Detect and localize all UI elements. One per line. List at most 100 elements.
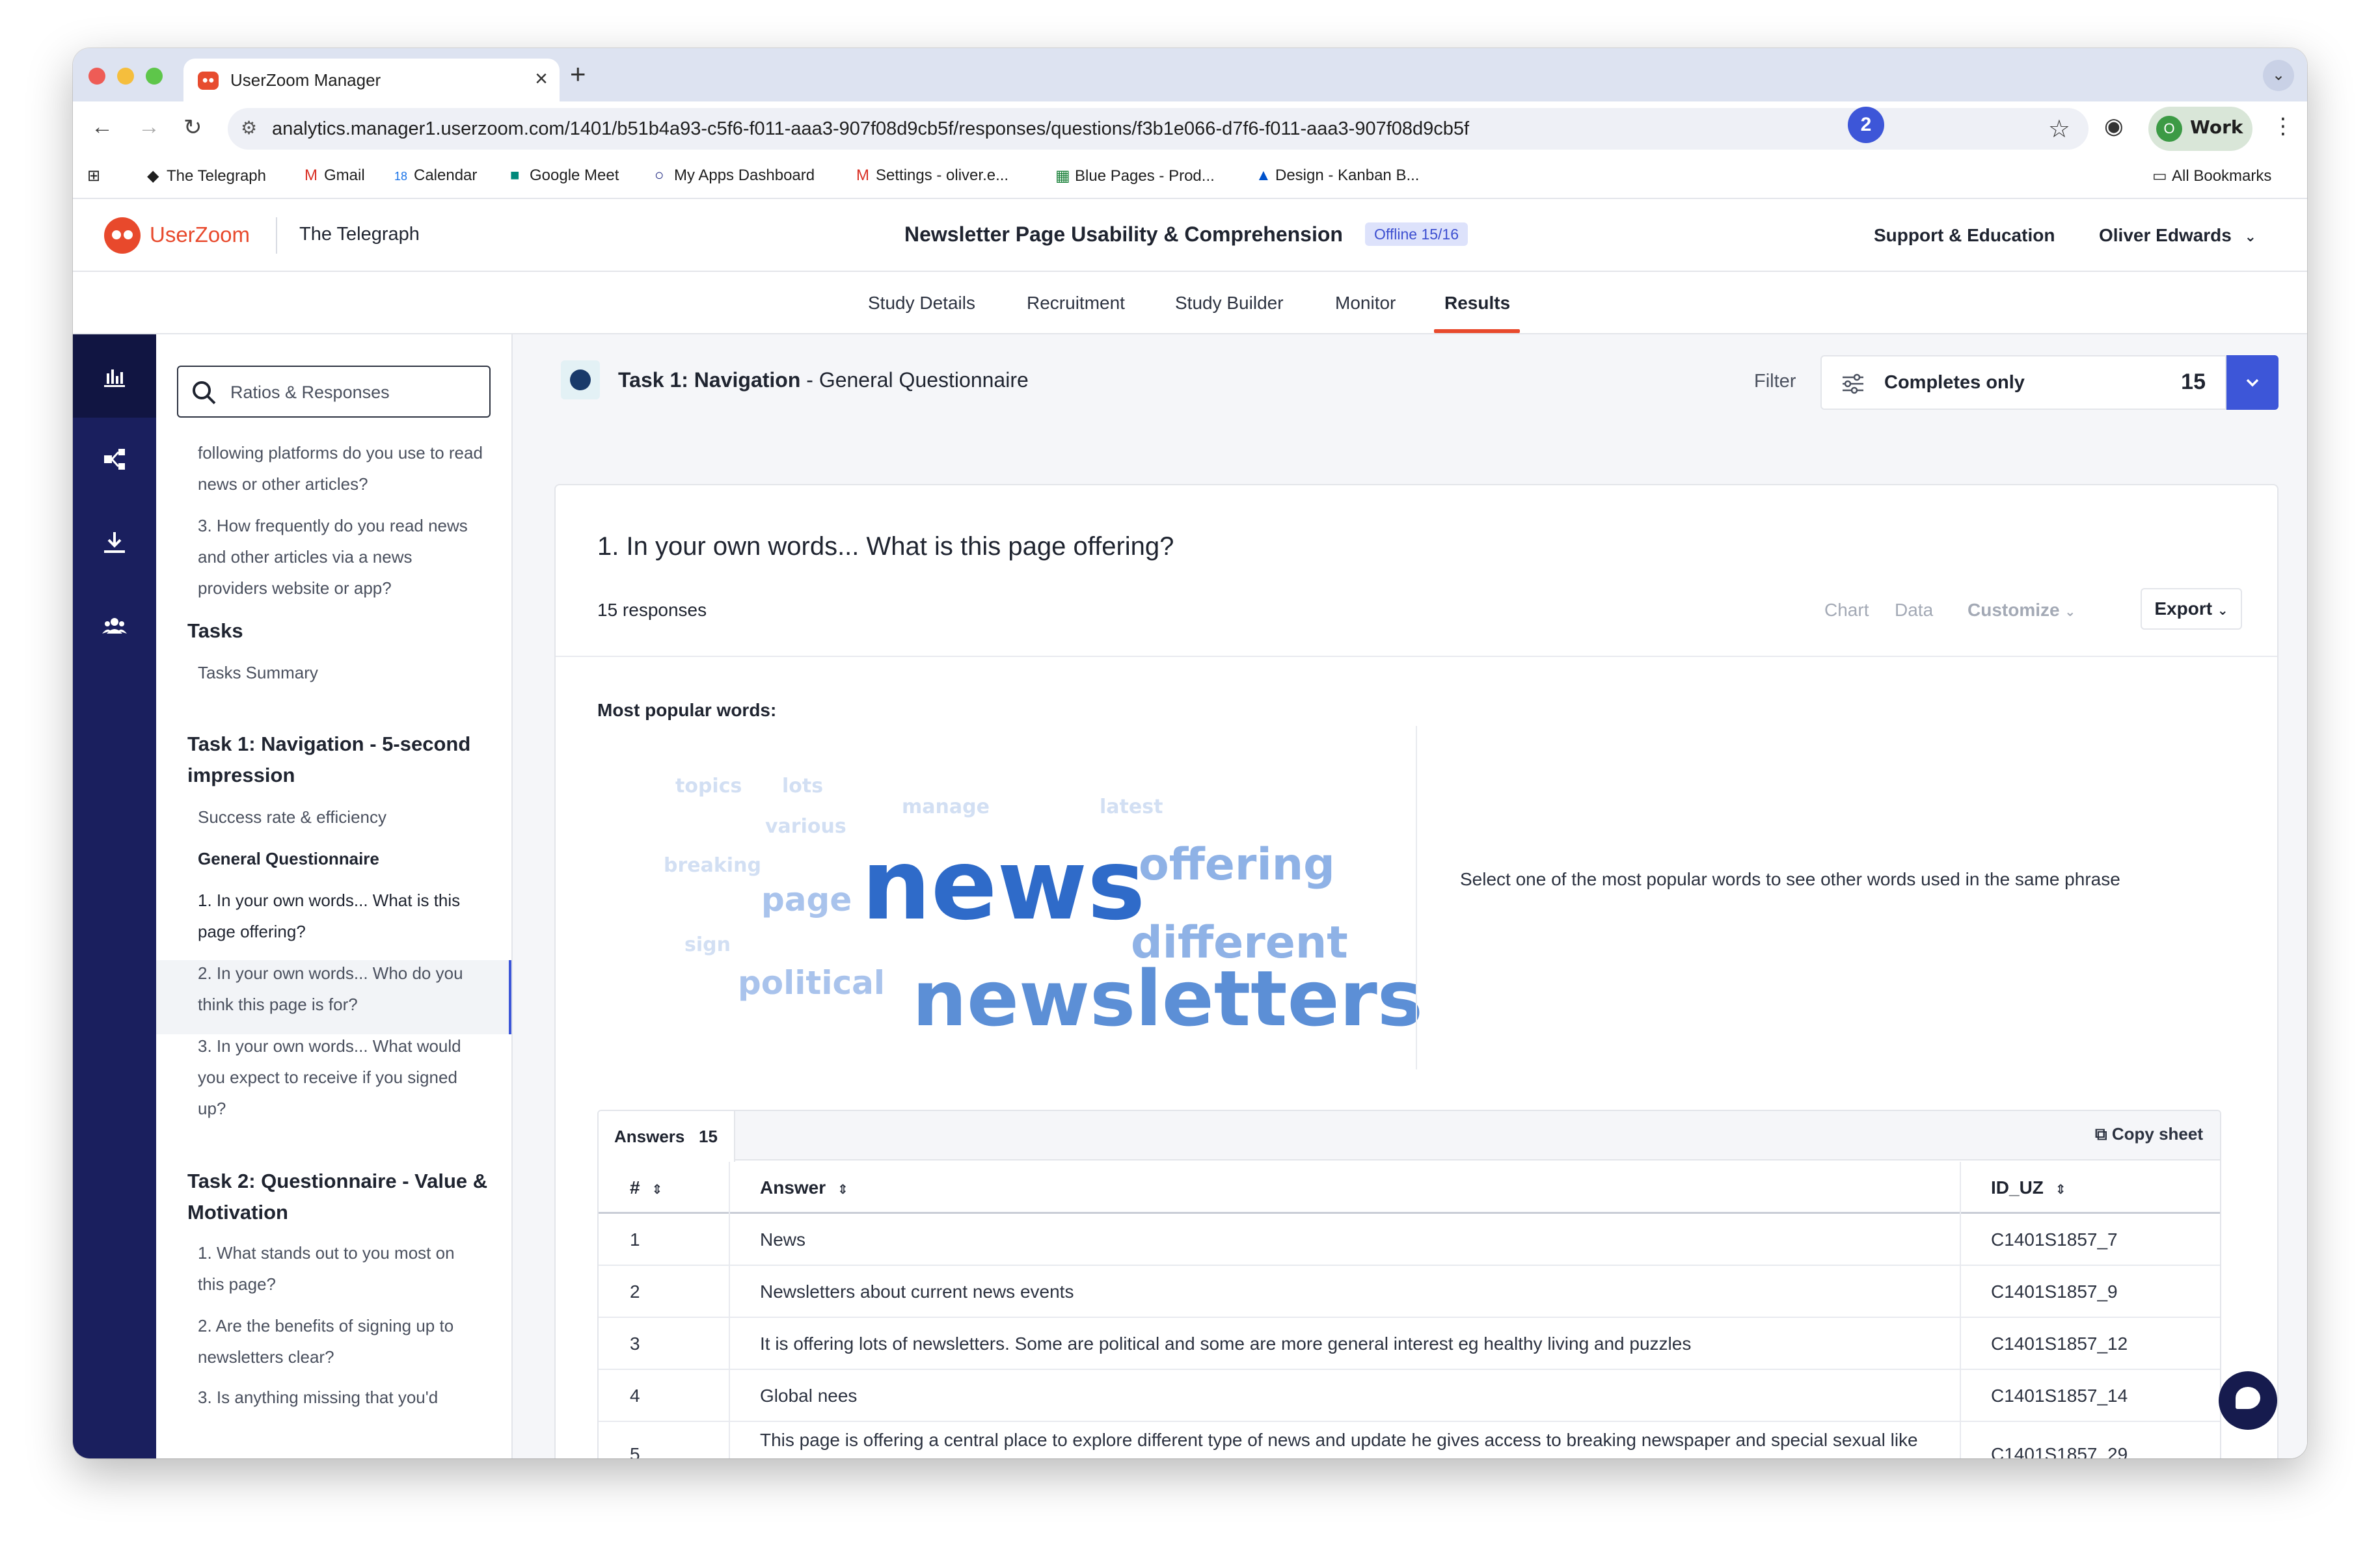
tree-item-what-offering[interactable]: 1. In your own words... What is this pag… xyxy=(198,885,484,947)
tree-item-success-rate[interactable]: Success rate & efficiency xyxy=(198,801,484,833)
filter-expand-button[interactable] xyxy=(2226,355,2279,410)
filter-count: 15 xyxy=(2181,369,2206,394)
filter-dropdown[interactable]: Completes only 15 xyxy=(1820,355,2226,410)
bookmarks-bar: ⊞ ◆ The Telegraph M Gmail 18 Calendar ■ Goog… xyxy=(73,156,2307,199)
my-apps-icon: ○ xyxy=(655,167,664,184)
rail-results-button[interactable] xyxy=(73,334,156,418)
tab-search-icon[interactable]: ⌄ xyxy=(2263,60,2294,91)
tree-item-benefits-clear[interactable]: 2. Are the benefits of signing up to new… xyxy=(198,1310,484,1373)
word-different[interactable]: different xyxy=(1131,921,1348,965)
row-answer: This page is offering a central place to… xyxy=(760,1430,1918,1450)
table-row[interactable]: 1 News C1401S1857_7 xyxy=(599,1214,2220,1266)
tree-item-platforms-question[interactable]: following platforms do you use to read n… xyxy=(198,437,484,500)
chevron-down-icon: ⌄ xyxy=(2244,228,2257,245)
tree-item-expect-receive[interactable]: 3. In your own words... What would you e… xyxy=(198,1030,484,1124)
rail-participants-button[interactable] xyxy=(73,584,156,667)
word-topics[interactable]: topics xyxy=(675,777,742,796)
bookmark-blue-pages[interactable]: ▦ Blue Pages - Prod... xyxy=(1055,167,1215,185)
word-breaking[interactable]: breaking xyxy=(664,856,761,876)
column-header-number[interactable]: # ⇕ xyxy=(630,1177,662,1198)
maximize-window-button[interactable] xyxy=(146,68,163,85)
new-tab-icon[interactable]: + xyxy=(570,59,586,90)
forward-icon[interactable]: → xyxy=(138,114,160,140)
support-link[interactable]: Support & Education xyxy=(1874,225,2055,246)
minimize-window-button[interactable] xyxy=(117,68,134,85)
tab-recruitment[interactable]: Recruitment xyxy=(1027,293,1125,314)
tab-study-builder[interactable]: Study Builder xyxy=(1175,293,1284,314)
word-page[interactable]: page xyxy=(761,883,852,916)
chat-bubble-icon[interactable] xyxy=(2219,1371,2277,1430)
tab-study-details[interactable]: Study Details xyxy=(868,293,975,314)
browser-tab[interactable]: ●● UserZoom Manager × xyxy=(183,59,560,101)
answers-tab-count: 15 xyxy=(699,1127,718,1146)
bookmark-settings[interactable]: M Settings - oliver.e... xyxy=(856,167,1008,185)
userzoom-logo-icon[interactable] xyxy=(104,217,141,254)
study-title: Newsletter Page Usability & Comprehensio… xyxy=(904,222,1343,246)
export-button[interactable]: Export ⌄ xyxy=(2141,588,2242,630)
bookmark-gmail[interactable]: M Gmail xyxy=(304,167,365,185)
browser-menu-icon[interactable]: ⋮ xyxy=(2272,113,2294,139)
table-row[interactable]: 4 Global nees C1401S1857_14 xyxy=(599,1370,2220,1422)
column-header-answer[interactable]: Answer ⇕ xyxy=(760,1177,848,1198)
table-tab-bar: Answers 15 ⧉ Copy sheet xyxy=(599,1111,2220,1162)
tree-search-input[interactable]: Ratios & Responses xyxy=(177,366,491,418)
tab-results[interactable]: Results xyxy=(1444,293,1510,314)
question-card: 1. In your own words... What is this pag… xyxy=(554,484,2279,1458)
tree-heading-task-1[interactable]: Task 1: Navigation - 5-second impression xyxy=(187,729,493,791)
word-manage[interactable]: manage xyxy=(902,798,990,817)
tree-item-tasks-summary[interactable]: Tasks Summary xyxy=(198,657,484,688)
tree-item-frequency-question[interactable]: 3. How frequently do you read news and o… xyxy=(198,510,484,604)
row-id: C1401S1857_14 xyxy=(1991,1386,2128,1406)
row-answer: News xyxy=(760,1229,806,1250)
notification-badge[interactable]: 2 xyxy=(1848,107,1884,143)
user-menu[interactable]: Oliver Edwards ⌄ xyxy=(2099,225,2256,246)
word-newsletters[interactable]: newsletters xyxy=(912,960,1423,1037)
tree-item-general-questionnaire[interactable]: General Questionnaire xyxy=(198,843,484,874)
tree-item-who-for[interactable]: 2. In your own words... Who do you think… xyxy=(198,958,484,1020)
bookmark-kanban[interactable]: ▲ Design - Kanban B... xyxy=(1256,167,1419,185)
bookmark-calendar[interactable]: 18 Calendar xyxy=(394,167,477,185)
table-row[interactable]: 5 This page is offering a central place … xyxy=(599,1422,2220,1458)
rail-paths-button[interactable] xyxy=(73,418,156,501)
copy-sheet-button[interactable]: ⧉ Copy sheet xyxy=(2095,1124,2203,1145)
reload-icon[interactable]: ↻ xyxy=(183,114,202,141)
close-window-button[interactable] xyxy=(88,68,105,85)
bookmark-star-icon[interactable]: ☆ xyxy=(2048,114,2070,144)
table-row[interactable]: 2 Newsletters about current news events … xyxy=(599,1266,2220,1318)
tree-heading-task-2[interactable]: Task 2: Questionnaire - Value & Motivati… xyxy=(187,1166,493,1228)
customize-button[interactable]: Customize ⌄ xyxy=(1968,600,2076,621)
data-view-button[interactable]: Data xyxy=(1895,600,1933,621)
sliders-icon xyxy=(1843,373,1863,394)
chart-view-button[interactable]: Chart xyxy=(1824,600,1869,621)
site-info-icon[interactable]: ⚙ xyxy=(241,117,257,139)
word-various[interactable]: various xyxy=(765,817,846,837)
tree-item-anything-missing[interactable]: 3. Is anything missing that you'd xyxy=(198,1382,484,1413)
rail-download-button[interactable] xyxy=(73,501,156,584)
share-nodes-icon xyxy=(104,449,125,470)
apps-grid-icon[interactable]: ⊞ xyxy=(87,167,100,185)
tab-answers[interactable]: Answers 15 xyxy=(599,1111,735,1162)
word-political[interactable]: political xyxy=(738,967,885,999)
word-offering[interactable]: offering xyxy=(1139,843,1335,887)
tree-heading-tasks: Tasks xyxy=(187,619,243,642)
address-bar[interactable]: ⚙ analytics.manager1.userzoom.com/1401/b… xyxy=(228,108,2089,150)
tree-item-stands-out[interactable]: 1. What stands out to you most on this p… xyxy=(198,1237,484,1300)
profile-button[interactable]: O Work xyxy=(2148,107,2252,151)
close-tab-icon[interactable]: × xyxy=(535,66,548,92)
filter-value: Completes only xyxy=(1884,372,2025,393)
word-latest[interactable]: latest xyxy=(1100,798,1163,817)
back-icon[interactable]: ← xyxy=(91,114,113,140)
copy-icon: ⧉ xyxy=(2095,1124,2107,1144)
bookmark-google-meet[interactable]: ■ Google Meet xyxy=(510,167,619,185)
bookmark-telegraph[interactable]: ◆ The Telegraph xyxy=(147,167,266,185)
word-lots[interactable]: lots xyxy=(782,777,823,796)
bookmark-my-apps[interactable]: ○ My Apps Dashboard xyxy=(655,167,815,185)
tab-monitor[interactable]: Monitor xyxy=(1335,293,1396,314)
all-bookmarks[interactable]: ▭ All Bookmarks xyxy=(2152,167,2271,185)
browser-window: ●● UserZoom Manager × + ⌄ ← → ↻ ⚙ analyt… xyxy=(73,48,2307,1458)
word-news[interactable]: news xyxy=(861,837,1145,934)
extension-icon[interactable]: ◉ xyxy=(2104,113,2124,139)
column-header-id[interactable]: ID_UZ ⇕ xyxy=(1991,1177,2066,1198)
table-row[interactable]: 3 It is offering lots of newsletters. So… xyxy=(599,1318,2220,1370)
word-sign[interactable]: sign xyxy=(684,935,731,955)
